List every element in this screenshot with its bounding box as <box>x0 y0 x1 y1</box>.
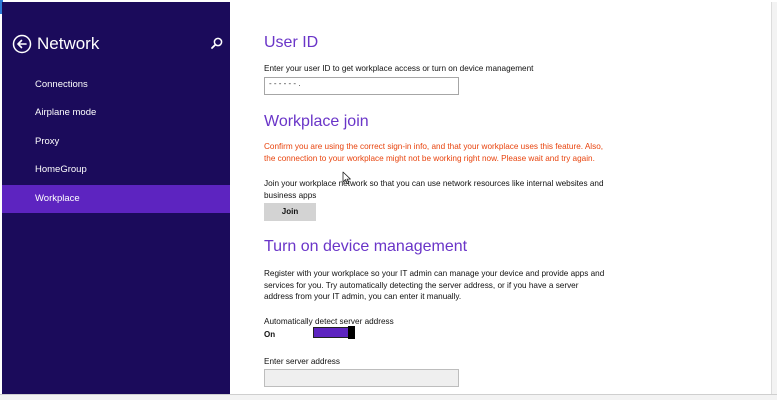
window-bottom-edge <box>0 394 777 400</box>
back-arrow-icon <box>12 34 32 54</box>
workplace-join-description: Join your workplace network so that you … <box>264 179 604 200</box>
sidebar-item-airplane-mode[interactable]: Airplane mode <box>2 99 230 127</box>
toggle-knob[interactable] <box>348 326 355 339</box>
sidebar-item-proxy[interactable]: Proxy <box>2 128 230 156</box>
toggle-state-label: On <box>264 330 276 339</box>
workplace-join-warning: Confirm you are using the correct sign-i… <box>264 142 604 163</box>
sidebar-item-workplace[interactable]: Workplace <box>2 185 230 213</box>
user-id-value: - - - - - - . <box>269 79 301 88</box>
sidebar-item-homegroup[interactable]: HomeGroup <box>2 156 230 184</box>
mouse-cursor-icon <box>342 171 352 185</box>
main-panel: User ID Enter your user ID to get workpl… <box>230 2 771 394</box>
server-address-label: Enter server address <box>264 357 340 366</box>
join-button[interactable]: Join <box>264 203 316 221</box>
server-address-input[interactable] <box>264 369 459 387</box>
sidebar-header: Network <box>12 32 226 58</box>
sidebar-title: Network <box>37 34 100 53</box>
search-icon <box>211 37 223 49</box>
user-id-description: Enter your user ID to get workplace acce… <box>264 64 534 73</box>
auto-detect-label: Automatically detect server address <box>264 317 394 326</box>
device-management-description: Register with your workplace so your IT … <box>264 269 605 301</box>
user-id-input[interactable]: - - - - - - . <box>264 77 459 95</box>
sidebar-item-connections[interactable]: Connections <box>2 71 230 99</box>
workplace-join-heading: Workplace join <box>264 113 369 130</box>
back-button[interactable] <box>12 34 32 54</box>
auto-detect-toggle[interactable] <box>313 326 355 339</box>
sidebar: Network Connections Airplane mode Proxy … <box>2 2 230 394</box>
user-id-heading: User ID <box>264 34 319 51</box>
window-right-edge <box>771 2 777 394</box>
search-button[interactable] <box>210 36 224 50</box>
device-management-heading: Turn on device management <box>264 238 468 255</box>
settings-window: Network Connections Airplane mode Proxy … <box>0 0 777 400</box>
